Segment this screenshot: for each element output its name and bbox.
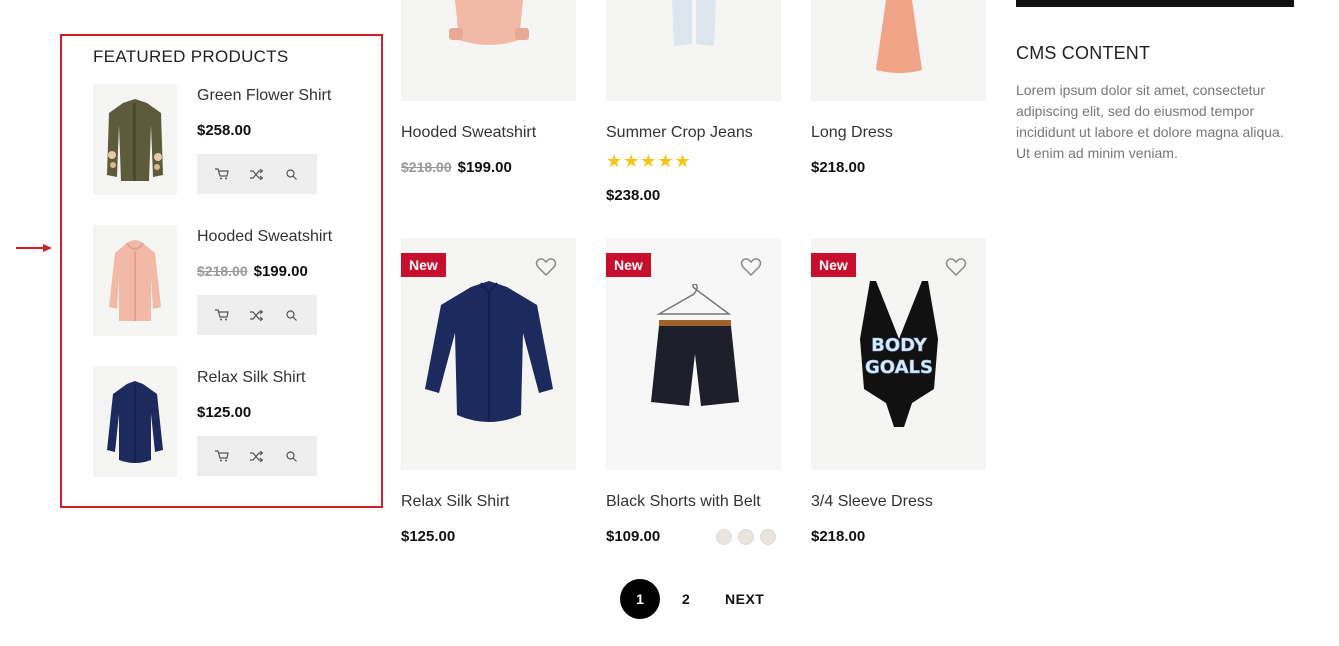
featured-item-actions (197, 295, 317, 335)
featured-item-name[interactable]: Green Flower Shirt (197, 87, 331, 105)
price-old: $218.00 (197, 263, 248, 279)
price-current: $218.00 (811, 528, 866, 545)
annotation-arrow (16, 247, 46, 249)
cms-title: CMS CONTENT (1016, 43, 1151, 63)
featured-item-name[interactable]: Hooded Sweatshirt (197, 228, 332, 246)
dress-image (875, 0, 922, 73)
annotation-arrow-head (43, 244, 52, 252)
navy-shirt-image (107, 380, 163, 463)
product-name[interactable]: Relax Silk Shirt (401, 493, 509, 511)
featured-item-actions (197, 154, 317, 194)
price-current: $199.00 (457, 159, 512, 176)
price-current: $109.00 (606, 528, 661, 545)
featured-item-image[interactable] (93, 225, 177, 336)
featured-item-price: $125.00 (197, 404, 251, 421)
swatch[interactable] (738, 529, 754, 545)
bodysuit-image: BODY GOALS (859, 281, 938, 427)
product-image[interactable] (401, 0, 576, 101)
new-badge: New (811, 253, 856, 277)
search-icon[interactable] (284, 448, 300, 464)
product-price: $218.00 (811, 159, 865, 176)
product-price: $218.00 $199.00 (401, 159, 512, 176)
product-name[interactable]: Black Shorts with Belt (606, 493, 761, 511)
hoodie-image (448, 0, 529, 45)
product-price: $218.00 (811, 528, 865, 545)
cart-icon[interactable] (214, 166, 230, 182)
hoodie-image (109, 239, 161, 321)
product-price: $109.00 (606, 528, 660, 545)
product-name[interactable]: Summer Crop Jeans (606, 124, 753, 142)
navy-shirt-image (424, 281, 553, 422)
shuffle-icon[interactable] (249, 307, 265, 323)
search-icon[interactable] (284, 307, 300, 323)
banner-image[interactable] (1016, 0, 1294, 7)
product-name[interactable]: Hooded Sweatshirt (401, 124, 536, 142)
shuffle-icon[interactable] (249, 448, 265, 464)
pagination-current[interactable]: 1 (620, 579, 660, 619)
heart-icon[interactable] (945, 257, 967, 277)
heart-icon[interactable] (740, 257, 762, 277)
featured-item-price: $258.00 (197, 122, 251, 139)
shuffle-icon[interactable] (249, 166, 265, 182)
search-icon[interactable] (284, 166, 300, 182)
featured-item-name[interactable]: Relax Silk Shirt (197, 369, 305, 387)
price-current: $258.00 (197, 122, 252, 139)
price-current: $125.00 (197, 404, 252, 421)
cms-text: Lorem ipsum dolor sit amet, consectetur … (1016, 82, 1284, 161)
jeans-image (671, 0, 716, 46)
product-name[interactable]: 3/4 Sleeve Dress (811, 493, 933, 511)
shorts-image (650, 284, 739, 406)
featured-item-actions (197, 436, 317, 476)
color-swatches (710, 529, 776, 550)
svg-text:GOALS: GOALS (865, 357, 933, 378)
new-badge: New (606, 253, 651, 277)
pagination-next[interactable]: NEXT (725, 591, 764, 607)
featured-item-image[interactable] (93, 84, 177, 195)
swatch[interactable] (760, 529, 776, 545)
rating-stars: ★★★★★ (606, 151, 692, 171)
price-current: $199.00 (253, 263, 308, 280)
product-name[interactable]: Long Dress (811, 124, 893, 142)
cart-icon[interactable] (214, 307, 230, 323)
price-current: $238.00 (606, 187, 661, 204)
bodysuit-print: BODY (871, 335, 928, 356)
pagination-page[interactable]: 2 (682, 591, 690, 607)
product-image[interactable] (811, 0, 986, 101)
featured-item-price: $218.00 $199.00 (197, 263, 308, 280)
swatch[interactable] (716, 529, 732, 545)
featured-title: FEATURED PRODUCTS (93, 47, 289, 66)
price-old: $218.00 (401, 159, 452, 175)
heart-icon[interactable] (535, 257, 557, 277)
product-image[interactable] (606, 0, 781, 101)
featured-item-image[interactable] (93, 366, 177, 477)
cart-icon[interactable] (214, 448, 230, 464)
price-current: $218.00 (811, 159, 866, 176)
product-price: $125.00 (401, 528, 455, 545)
jacket-image (107, 98, 163, 181)
product-price: $238.00 (606, 187, 660, 204)
new-badge: New (401, 253, 446, 277)
price-current: $125.00 (401, 528, 456, 545)
